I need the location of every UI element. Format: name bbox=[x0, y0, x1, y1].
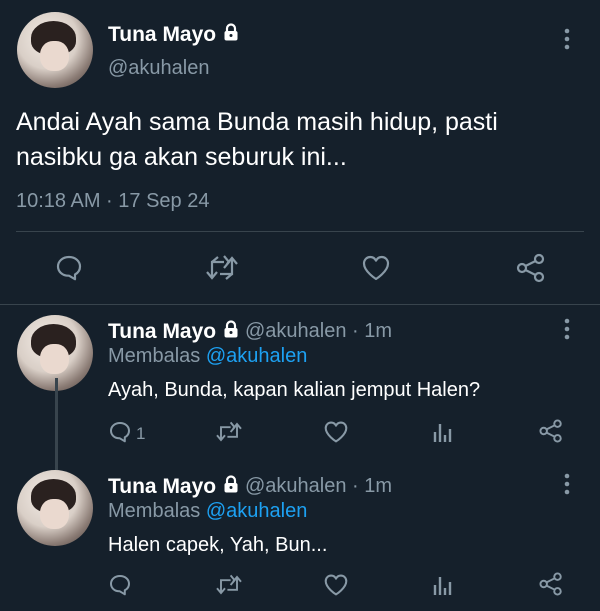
reply-text: Ayah, Bunda, kapan kalian jemput Halen? bbox=[108, 379, 481, 401]
tweet-text-line-1: Andai Ayah sama Bunda masih hidup, pasti bbox=[16, 108, 498, 136]
display-name[interactable]: Tuna Mayo bbox=[108, 319, 241, 345]
analytics-icon[interactable] bbox=[432, 573, 454, 597]
reply-icon[interactable] bbox=[108, 420, 132, 444]
timestamp[interactable]: 10:18 AM · 17 Sep 24 bbox=[16, 190, 209, 213]
avatar-face bbox=[39, 498, 69, 530]
section-divider bbox=[0, 304, 600, 305]
analytics-icon[interactable] bbox=[432, 420, 454, 444]
replying-to: Membalas @akuhalen bbox=[108, 500, 307, 523]
reply-count: 1 bbox=[136, 424, 146, 443]
display-name-text: Tuna Mayo bbox=[108, 23, 217, 46]
share-icon[interactable] bbox=[538, 571, 564, 597]
display-name[interactable]: Tuna Mayo bbox=[108, 22, 241, 48]
lock-icon bbox=[221, 22, 241, 48]
retweet-icon[interactable] bbox=[215, 420, 243, 444]
like-icon[interactable] bbox=[361, 254, 391, 282]
replying-prefix: Membalas bbox=[108, 500, 201, 522]
retweet-icon[interactable] bbox=[205, 253, 239, 283]
reply-text: Halen capek, Yah, Bun... bbox=[108, 534, 328, 556]
handle-time[interactable]: @akuhalen · 1m bbox=[245, 320, 392, 343]
like-icon[interactable] bbox=[323, 573, 349, 597]
mention-link[interactable]: @akuhalen bbox=[206, 500, 307, 522]
retweet-icon[interactable] bbox=[215, 573, 243, 597]
share-icon[interactable] bbox=[515, 252, 547, 284]
tweet-text-line-2: nasibku ga akan seburuk ini... bbox=[16, 143, 347, 171]
more-options-icon[interactable] bbox=[562, 28, 572, 55]
more-options-icon[interactable] bbox=[562, 318, 572, 345]
reply-icon[interactable] bbox=[108, 573, 132, 597]
mention-link[interactable]: @akuhalen bbox=[206, 345, 307, 367]
replying-to: Membalas @akuhalen bbox=[108, 345, 307, 368]
avatar-face bbox=[39, 343, 69, 375]
avatar[interactable] bbox=[17, 470, 93, 546]
avatar[interactable] bbox=[17, 12, 93, 88]
replying-prefix: Membalas bbox=[108, 345, 201, 367]
display-name[interactable]: Tuna Mayo bbox=[108, 474, 241, 500]
share-icon[interactable] bbox=[538, 418, 564, 444]
display-name-text: Tuna Mayo bbox=[108, 320, 217, 343]
more-options-icon[interactable] bbox=[562, 473, 572, 500]
reply-icon[interactable] bbox=[54, 253, 84, 283]
handle-time[interactable]: @akuhalen · 1m bbox=[245, 475, 392, 498]
divider bbox=[16, 231, 584, 232]
display-name-text: Tuna Mayo bbox=[108, 475, 217, 498]
lock-icon bbox=[221, 474, 241, 500]
handle[interactable]: @akuhalen bbox=[108, 57, 209, 80]
avatar-face bbox=[39, 40, 69, 72]
thread-line bbox=[55, 378, 58, 470]
lock-icon bbox=[221, 319, 241, 345]
like-icon[interactable] bbox=[323, 420, 349, 444]
